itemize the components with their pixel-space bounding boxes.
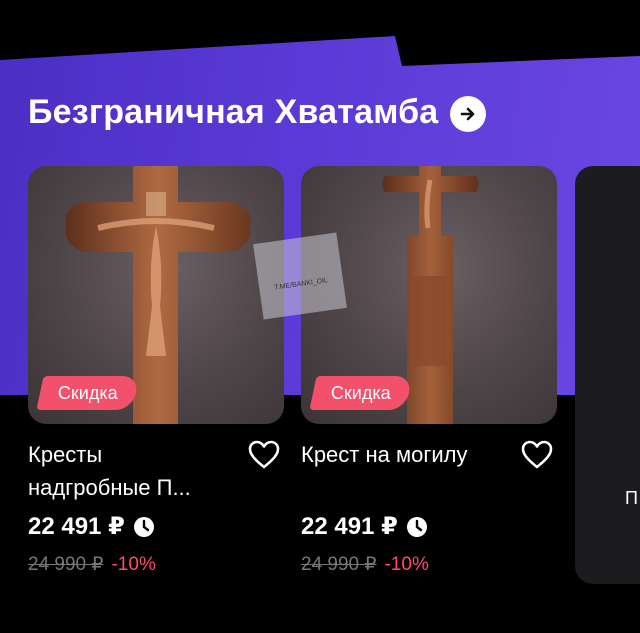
discount-percent: -10% [111, 553, 156, 575]
clock-icon [406, 516, 427, 537]
product-name[interactable]: Кресты надгробные П... [28, 438, 228, 504]
section-header[interactable]: Безграничная Хватамба [28, 88, 487, 136]
badge-label: Скидка [331, 382, 391, 403]
badge-label: Скидка [58, 382, 118, 403]
old-price: 24 990 ₽ [301, 554, 377, 575]
arrow-right-icon [461, 107, 475, 121]
old-price: 24 990 ₽ [28, 554, 104, 575]
product-image[interactable]: Скидка [28, 166, 284, 424]
product-card[interactable]: Скидка Кресты надгробные П... 22 491 ₽ 2… [28, 166, 284, 576]
section-title: Безграничная Хватамба [28, 93, 439, 131]
discount-percent: -10% [384, 553, 429, 575]
discount-badge: Скидка [36, 376, 140, 410]
watermark-text: T.ME/BANKI_OIL [273, 277, 329, 292]
heart-icon[interactable] [248, 440, 280, 470]
product-price: 22 491 ₽ [301, 513, 398, 540]
product-name[interactable]: Крест на могилу [301, 438, 501, 504]
watermark: T.ME/BANKI_OIL [253, 232, 347, 320]
product-card-partial[interactable]: П [575, 166, 640, 584]
clock-icon [133, 516, 154, 537]
product-card[interactable]: Скидка Крест на могилу 22 491 ₽ 24 990 ₽… [301, 166, 557, 576]
discount-badge: Скидка [309, 376, 413, 410]
heart-icon[interactable] [521, 440, 553, 470]
section-arrow-button[interactable] [450, 96, 487, 132]
product-price: 22 491 ₽ [28, 513, 125, 540]
partial-card-text: П [625, 488, 638, 508]
